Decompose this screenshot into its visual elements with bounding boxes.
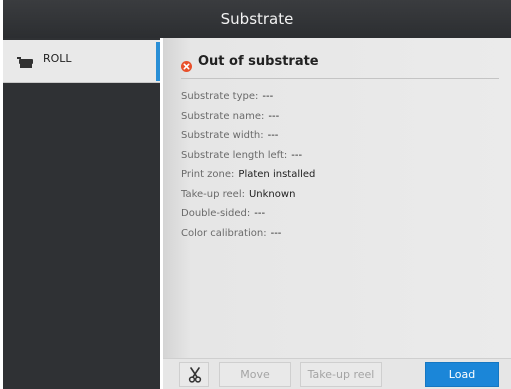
substrate-detail-panel: Out of substrate Substrate type: --- Subs…: [163, 38, 511, 358]
action-bar: Move Take-up reel Load: [163, 358, 511, 389]
page-title: Substrate: [3, 0, 511, 38]
property-list: Substrate type: --- Substrate name: --- Su…: [181, 91, 315, 247]
property-double-sided: Double-sided: ---: [181, 208, 315, 228]
property-key: Substrate type:: [181, 91, 259, 102]
property-value: ---: [262, 91, 274, 102]
selection-indicator: [156, 42, 160, 81]
property-key: Take-up reel:: [181, 188, 245, 200]
property-value: ---: [254, 208, 266, 219]
move-button[interactable]: Move: [219, 362, 291, 387]
error-icon: [181, 57, 192, 72]
status-header: Out of substrate: [181, 54, 499, 79]
property-value: ---: [268, 110, 280, 122]
property-substrate-width: Substrate width: ---: [181, 130, 315, 150]
property-key: Color calibration:: [181, 227, 267, 239]
property-value: ---: [270, 227, 282, 239]
property-substrate-length-left: Substrate length left: ---: [181, 150, 315, 170]
sidebar-item-roll[interactable]: ROLL: [3, 40, 160, 83]
status-title: Out of substrate: [198, 54, 319, 69]
load-button[interactable]: Load: [425, 362, 499, 387]
property-value: Platen installed: [238, 169, 316, 180]
property-substrate-name: Substrate name: ---: [181, 111, 315, 131]
property-value: ---: [267, 130, 279, 141]
property-key: Print zone:: [181, 169, 235, 180]
sidebar: ROLL: [3, 38, 160, 389]
property-color-calibration: Color calibration: ---: [181, 228, 315, 248]
roll-icon: [17, 54, 35, 68]
cut-button[interactable]: [179, 362, 209, 387]
property-value: ---: [291, 149, 303, 161]
property-substrate-type: Substrate type: ---: [181, 91, 315, 111]
property-key: Substrate width:: [181, 130, 264, 141]
property-print-zone: Print zone: Platen installed: [181, 169, 315, 189]
take-up-reel-button[interactable]: Take-up reel: [300, 362, 382, 387]
sidebar-item-label: ROLL: [43, 52, 72, 65]
property-take-up-reel: Take-up reel: Unknown: [181, 189, 315, 209]
property-key: Substrate name:: [181, 110, 265, 122]
property-key: Substrate length left:: [181, 149, 288, 161]
substrate-screen: Substrate ROLL Out of substrate Substrat…: [0, 0, 511, 389]
property-key: Double-sided:: [181, 208, 251, 219]
property-value: Unknown: [248, 188, 296, 200]
